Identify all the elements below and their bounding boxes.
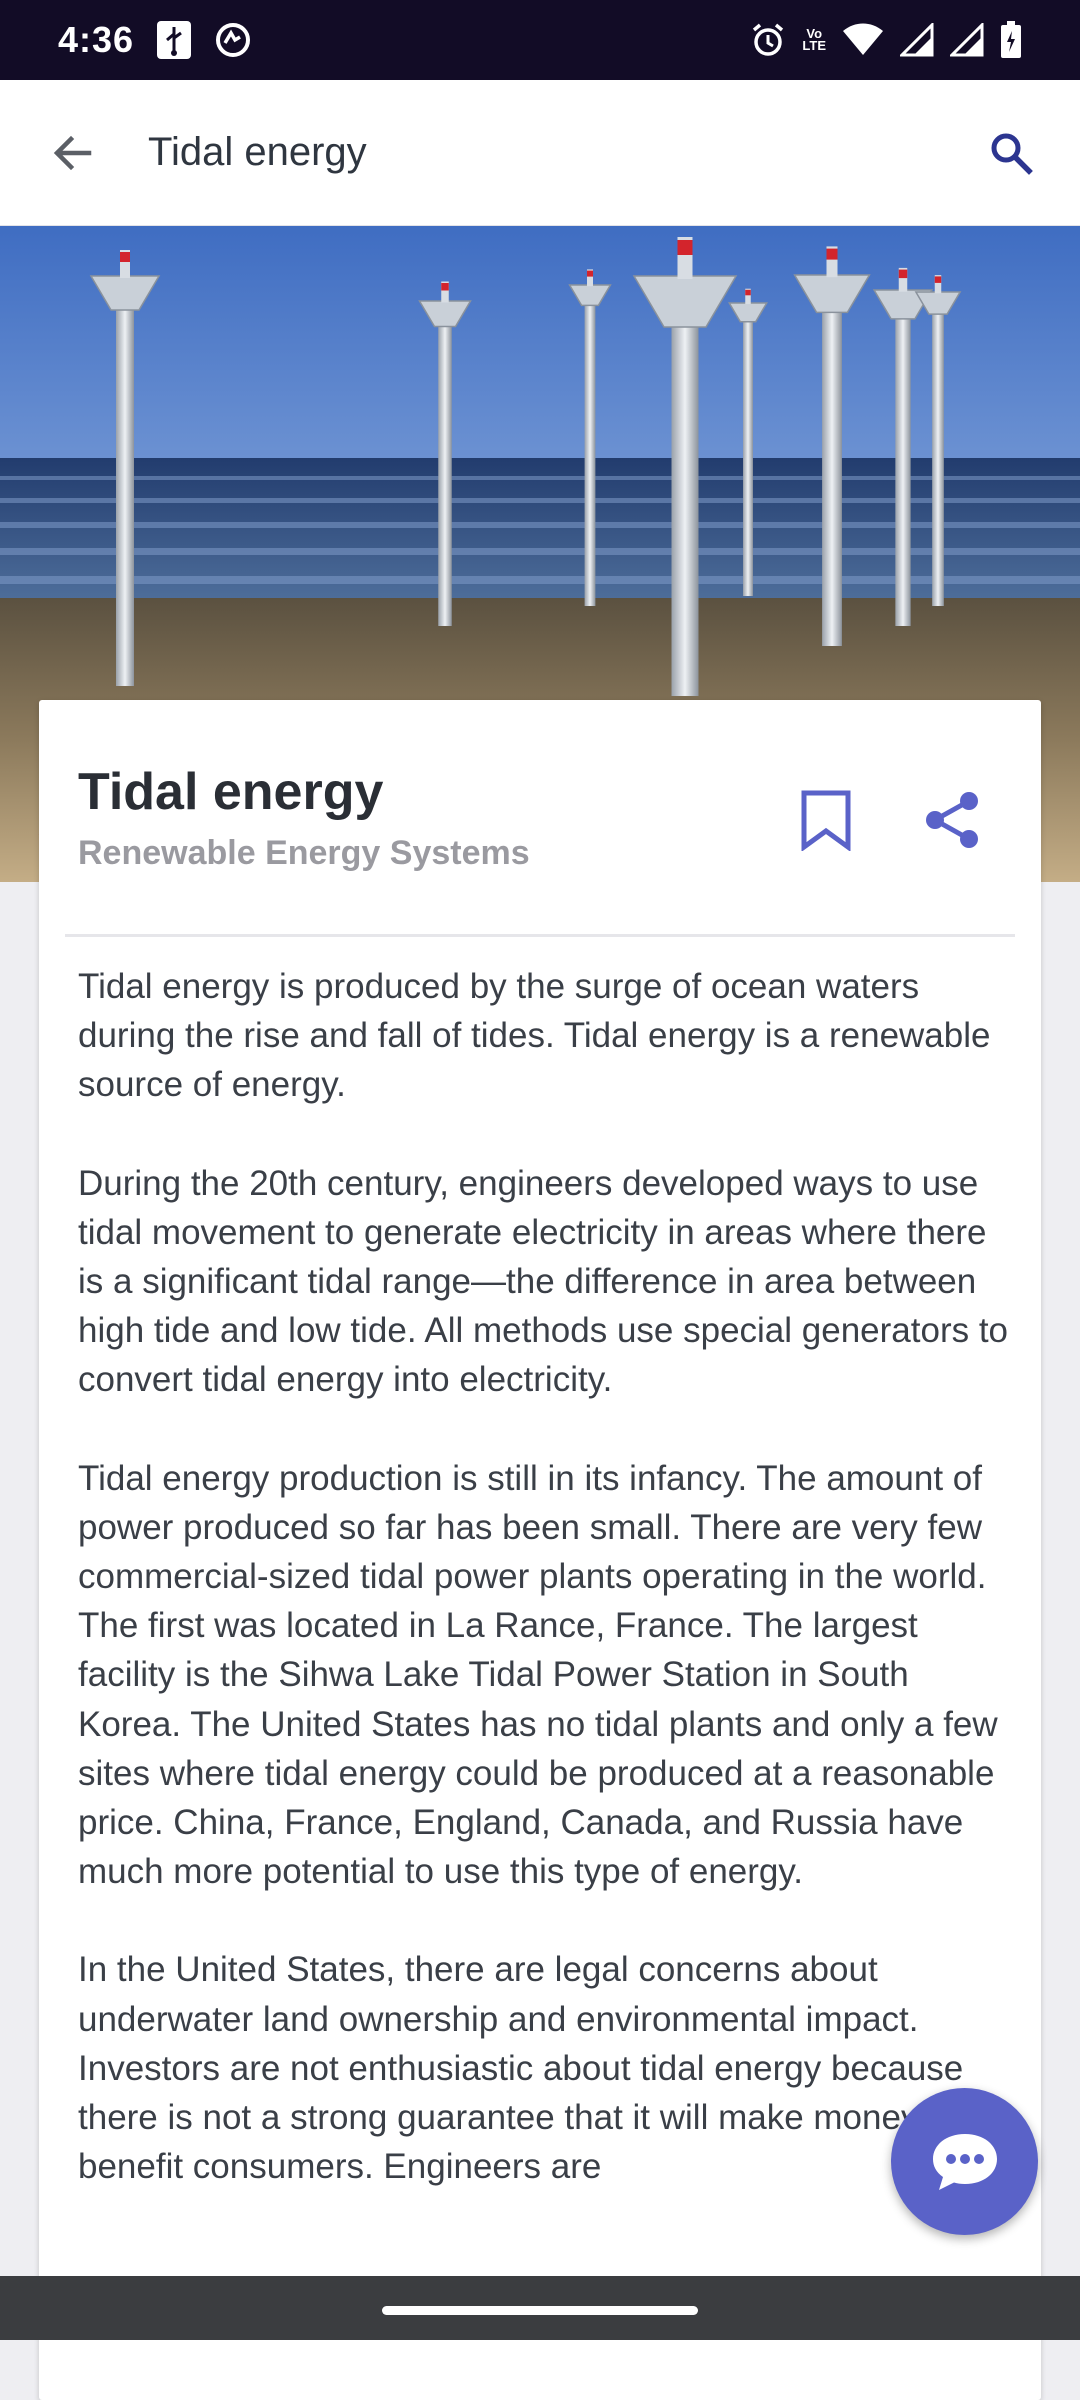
article-subtitle: Renewable Energy Systems	[78, 834, 530, 872]
signal-icon	[950, 23, 984, 57]
article-paragraph: During the 20th century, engineers devel…	[78, 1163, 1009, 1400]
article-card: Tidal energy Renewable Energy Systems Ti…	[39, 700, 1041, 2400]
home-gesture-handle[interactable]	[382, 2306, 698, 2315]
status-left: 4:36	[58, 19, 252, 61]
status-time: 4:36	[58, 19, 135, 60]
chat-bubble-icon	[932, 2133, 997, 2190]
search-button[interactable]	[978, 120, 1044, 186]
volte-bottom-label: LTE	[802, 38, 826, 53]
search-icon	[991, 133, 1033, 175]
app-bar: Tidal energy	[0, 80, 1080, 226]
bookmark-icon	[801, 790, 851, 851]
article-body: Tidal energy is produced by the surge of…	[78, 962, 1018, 2240]
back-button[interactable]	[40, 120, 106, 186]
article-paragraph: Tidal energy is produced by the surge of…	[78, 967, 991, 1105]
wifi-icon	[842, 23, 884, 57]
share-icon	[926, 792, 978, 848]
share-button[interactable]	[912, 780, 992, 860]
page-title: Tidal energy	[148, 130, 367, 174]
signal-icon	[900, 23, 934, 57]
article-paragraph: In the United States, there are legal co…	[78, 1950, 964, 2187]
status-bar: 4:36 Vo LTE	[0, 0, 1080, 80]
data-saver-icon	[214, 21, 252, 59]
alarm-icon	[750, 22, 786, 58]
article-title: Tidal energy	[78, 763, 384, 821]
status-right: Vo LTE	[750, 21, 1022, 59]
divider	[65, 934, 1015, 937]
arrow-back-icon	[53, 135, 92, 171]
system-nav-bar	[0, 2276, 1080, 2340]
volte-icon: Vo LTE	[802, 27, 826, 53]
usb-icon	[156, 20, 192, 60]
chat-button[interactable]	[891, 2088, 1038, 2235]
article-paragraph: Tidal energy production is still in its …	[78, 1458, 998, 1892]
bookmark-button[interactable]	[786, 780, 866, 860]
article-header: Tidal energy Renewable Energy Systems	[39, 700, 1041, 937]
battery-icon	[1000, 21, 1022, 59]
